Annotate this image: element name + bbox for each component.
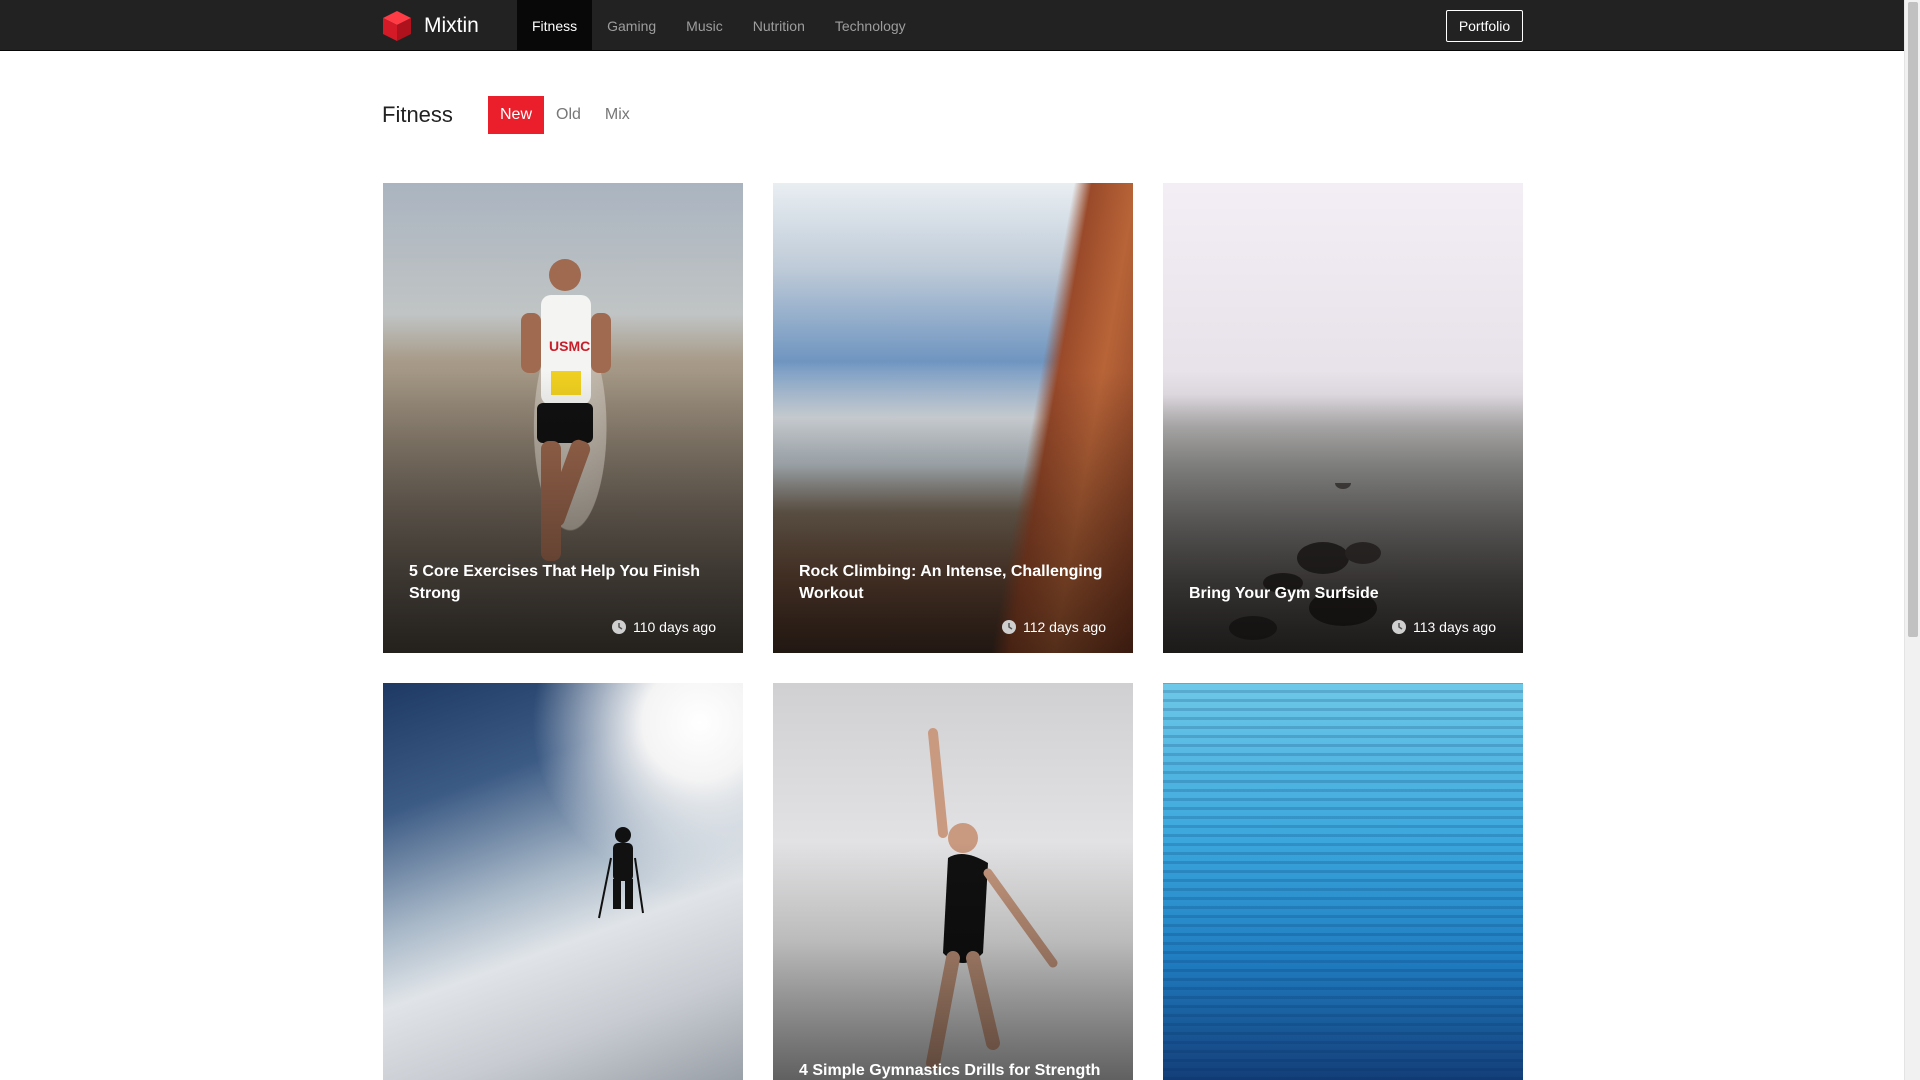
article-card[interactable]: [1163, 683, 1523, 1080]
sort-filter-group: New Old Mix: [488, 96, 642, 134]
card-date: 110 days ago: [632, 619, 716, 635]
nav-item-technology[interactable]: Technology: [820, 0, 921, 51]
nav-item-fitness[interactable]: Fitness: [517, 0, 593, 51]
card-meta: 112 days ago: [1001, 619, 1106, 635]
card-meta: 110 days ago: [611, 619, 716, 635]
cube-icon: [383, 10, 411, 41]
card-title[interactable]: 4 Simple Gymnastics Drills for Strength: [799, 1060, 1107, 1080]
scrollbar-thumb[interactable]: [1908, 2, 1918, 637]
article-card[interactable]: [383, 683, 743, 1080]
brand-link[interactable]: Mixtin: [382, 0, 479, 51]
card-image-swimming-pool-water: [1163, 683, 1523, 1080]
filter-old[interactable]: Old: [544, 96, 593, 134]
nav-item-gaming[interactable]: Gaming: [592, 0, 671, 51]
article-card[interactable]: 4 Simple Gymnastics Drills for Strength: [773, 683, 1133, 1080]
page-title: Fitness: [382, 102, 453, 127]
card-date: 113 days ago: [1412, 619, 1496, 635]
skier-silhouette: [598, 827, 644, 919]
clock-icon: [1391, 620, 1406, 634]
portfolio-button[interactable]: Portfolio: [1446, 10, 1523, 42]
top-navbar: Mixtin Fitness Gaming Music Nutrition Te…: [0, 0, 1904, 51]
article-card[interactable]: USMC 5 Core Exercises That Help You Fini…: [383, 183, 743, 653]
clock-icon: [1001, 620, 1016, 634]
card-date: 112 days ago: [1022, 619, 1106, 635]
card-meta: 113 days ago: [1391, 619, 1496, 635]
card-title[interactable]: Bring Your Gym Surfside: [1189, 583, 1497, 605]
svg-text:USMC: USMC: [549, 338, 590, 354]
filter-new[interactable]: New: [488, 96, 545, 134]
page-scrollbar[interactable]: [1904, 0, 1920, 1080]
clock-icon: [611, 620, 626, 634]
article-card[interactable]: Bring Your Gym Surfside 113 days ago: [1163, 183, 1523, 653]
card-title[interactable]: 5 Core Exercises That Help You Finish St…: [409, 561, 717, 605]
article-card[interactable]: Rock Climbing: An Intense, Challenging W…: [773, 183, 1133, 653]
card-image-skier-on-slope: [383, 683, 743, 1080]
nav-item-nutrition[interactable]: Nutrition: [738, 0, 820, 51]
card-title[interactable]: Rock Climbing: An Intense, Challenging W…: [799, 561, 1107, 605]
filter-mix[interactable]: Mix: [593, 96, 642, 134]
nav-item-music[interactable]: Music: [671, 0, 738, 51]
main-nav: Fitness Gaming Music Nutrition Technolog…: [517, 0, 921, 51]
brand-name: Mixtin: [424, 13, 479, 37]
